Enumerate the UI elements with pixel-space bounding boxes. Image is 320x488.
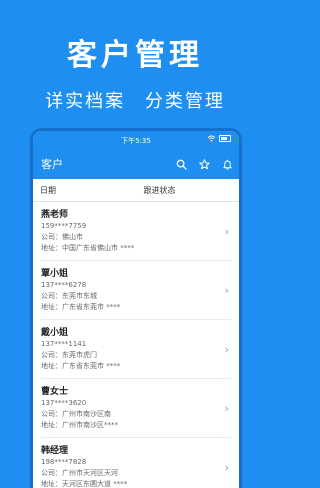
customer-name: 覃小姐 <box>41 269 69 279</box>
customer-company: 公司：东莞市东城 <box>41 292 97 300</box>
hero-subtitle: 详实档案 分类管理 <box>0 87 270 113</box>
chevron-right-icon: › <box>224 461 229 474</box>
status-bar: 下午5:35 <box>33 131 239 149</box>
customer-company: 公司：东莞市虎门 <box>41 351 97 359</box>
customer-address: 地址：广东省东莞市 **** <box>41 303 121 311</box>
tab-follow-status[interactable]: 跟进状态 <box>136 185 240 196</box>
search-icon[interactable] <box>176 159 187 170</box>
customer-list: 燕老师 159****7759 公司：佛山市 地址：中国广东省佛山市 **** … <box>33 202 239 488</box>
tab-date[interactable]: 日期 <box>33 185 136 196</box>
status-icons <box>207 135 231 142</box>
customer-company: 公司：佛山市 <box>41 233 83 241</box>
chevron-right-icon: › <box>224 343 229 356</box>
hero-subtitle-left: 详实档案 <box>45 91 126 112</box>
chevron-right-icon: › <box>224 225 229 238</box>
list-item[interactable]: 戴小姐 137****1141 公司：东莞市虎门 地址：广东省东莞市 **** … <box>41 320 231 379</box>
app-bar-title: 客户 <box>41 158 63 171</box>
list-item[interactable]: 覃小姐 137****6278 公司：东莞市东城 地址：广东省东莞市 **** … <box>41 261 231 320</box>
customer-phone: 137****1141 <box>41 340 87 348</box>
customer-phone: 137****6278 <box>41 281 87 289</box>
app-bar: 客户 <box>33 149 239 179</box>
filter-tabs: 日期 跟进状态 <box>33 179 239 202</box>
customer-company: 公司：广州市南沙区南 <box>41 410 111 418</box>
star-icon[interactable] <box>199 158 210 170</box>
customer-address: 地址：中国广东省佛山市 **** <box>41 244 135 252</box>
chevron-right-icon: › <box>224 284 229 297</box>
customer-name: 曹女士 <box>41 387 69 397</box>
hero-title: 客户管理 <box>67 38 203 73</box>
customer-address: 地址：广州市南沙区**** <box>41 421 118 429</box>
list-item[interactable]: 燕老师 159****7759 公司：佛山市 地址：中国广东省佛山市 **** … <box>41 202 231 261</box>
customer-company: 公司：广州市天河区天河 <box>41 469 118 477</box>
phone-mockup: 下午5:35 客户 日期 跟进状态 燕老师 159****7759 公司：佛山市… <box>30 128 242 488</box>
list-item[interactable]: 曹女士 137****3620 公司：广州市南沙区南 地址：广州市南沙区****… <box>41 379 231 438</box>
wifi-icon <box>207 135 216 142</box>
list-item[interactable]: 韩经理 198****7828 公司：广州市天河区天河 地址：天河区东圃大道 *… <box>41 438 231 488</box>
customer-name: 戴小姐 <box>41 328 69 338</box>
customer-phone: 198****7828 <box>41 458 87 466</box>
customer-address: 地址：广东省东莞市 **** <box>41 362 121 370</box>
hero-subtitle-right: 分类管理 <box>144 91 225 112</box>
battery-icon <box>219 135 231 142</box>
customer-address: 地址：天河区东圃大道 **** <box>41 480 128 488</box>
customer-name: 韩经理 <box>41 446 69 456</box>
customer-phone: 159****7759 <box>41 222 87 230</box>
chevron-right-icon: › <box>224 402 229 415</box>
bell-icon[interactable] <box>222 159 233 170</box>
customer-phone: 137****3620 <box>41 399 87 407</box>
customer-name: 燕老师 <box>41 210 69 220</box>
